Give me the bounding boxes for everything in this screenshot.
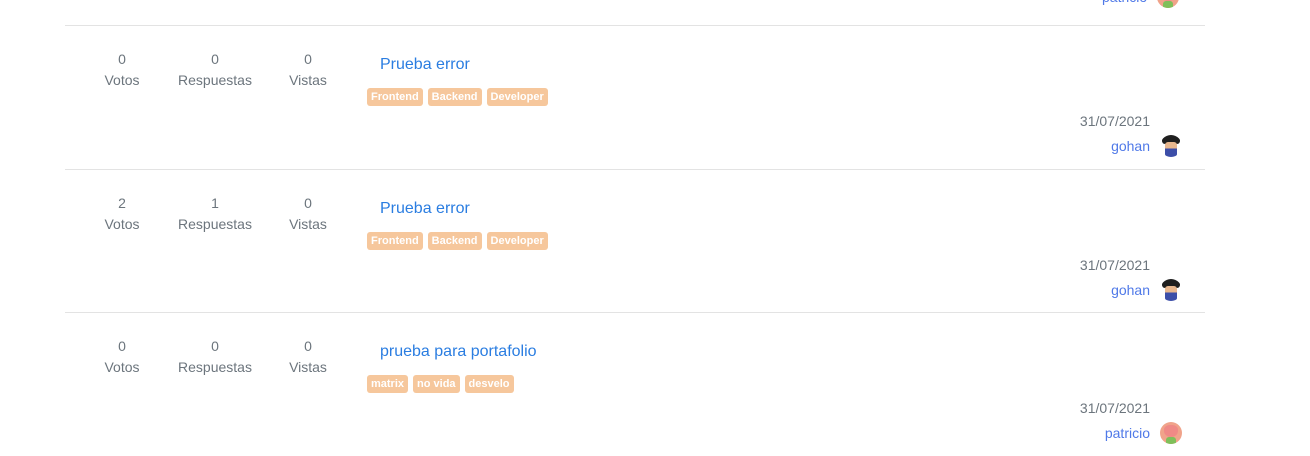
votes-label: Votos <box>104 359 140 375</box>
question-date: 31/07/2021 <box>1079 257 1150 273</box>
author-link[interactable]: patricio <box>1105 425 1150 441</box>
tag-badge[interactable]: Frontend <box>367 88 423 106</box>
author-link[interactable]: gohan <box>1111 282 1150 298</box>
views-label: Vistas <box>289 72 327 88</box>
author-link[interactable]: gohan <box>1111 138 1150 154</box>
author-line: gohan <box>1080 135 1182 157</box>
tag-badge[interactable]: Backend <box>427 88 482 106</box>
votes-label: Votos <box>104 72 140 88</box>
tag-badge[interactable]: Backend <box>427 232 482 250</box>
tag-badge[interactable]: desvelo <box>464 375 514 393</box>
answers-label: Respuestas <box>178 216 252 232</box>
author-link[interactable]: patricio <box>1102 0 1147 5</box>
tag-list: Frontend Backend Developer <box>367 232 553 250</box>
views-label: Vistas <box>289 216 327 232</box>
answers-label: Respuestas <box>178 359 252 375</box>
tag-list: Frontend Backend Developer <box>367 88 553 106</box>
answers-stat: 0 Respuestas <box>165 336 265 378</box>
views-stat: 0 Vistas <box>258 336 358 378</box>
patricio-avatar-icon[interactable] <box>1160 422 1182 444</box>
views-stat: 0 Vistas <box>258 193 358 235</box>
previous-question-author: patricio <box>1102 0 1180 8</box>
question-item: 2 Votos 1 Respuestas 0 Vistas Prueba err… <box>65 169 1205 312</box>
gohan-avatar-icon[interactable] <box>1160 279 1182 301</box>
gohan-avatar-icon[interactable] <box>1160 135 1182 157</box>
tag-badge[interactable]: Frontend <box>367 232 423 250</box>
answers-count: 0 <box>211 338 219 354</box>
question-item: 0 Votos 0 Respuestas 0 Vistas Prueba err… <box>65 25 1205 168</box>
votes-count: 2 <box>118 195 126 211</box>
tag-badge[interactable]: Developer <box>486 232 548 250</box>
tag-badge[interactable]: Developer <box>486 88 548 106</box>
answers-label: Respuestas <box>178 72 252 88</box>
views-count: 0 <box>304 195 312 211</box>
tag-list: matrix no vida desvelo <box>367 375 519 393</box>
views-label: Vistas <box>289 359 327 375</box>
question-date: 31/07/2021 <box>1079 400 1150 416</box>
author-line: patricio <box>1080 422 1182 444</box>
question-meta: 31/07/2021 gohan <box>1080 112 1182 157</box>
question-meta: 31/07/2021 patricio <box>1080 399 1182 444</box>
patricio-avatar-icon[interactable] <box>1157 0 1180 8</box>
views-count: 0 <box>304 51 312 67</box>
votes-stat: 2 Votos <box>72 193 172 235</box>
answers-count: 1 <box>211 195 219 211</box>
question-title-link[interactable]: prueba para portafolio <box>380 343 537 361</box>
answers-stat: 0 Respuestas <box>165 49 265 91</box>
question-title-link[interactable]: Prueba error <box>380 56 470 74</box>
votes-count: 0 <box>118 51 126 67</box>
views-count: 0 <box>304 338 312 354</box>
question-title-link[interactable]: Prueba error <box>380 200 470 218</box>
question-item: 0 Votos 0 Respuestas 0 Vistas prueba par… <box>65 312 1205 455</box>
votes-label: Votos <box>104 216 140 232</box>
author-line: gohan <box>1080 279 1182 301</box>
question-date: 31/07/2021 <box>1079 113 1150 129</box>
answers-count: 0 <box>211 51 219 67</box>
votes-count: 0 <box>118 338 126 354</box>
votes-stat: 0 Votos <box>72 49 172 91</box>
question-meta: 31/07/2021 gohan <box>1080 256 1182 301</box>
votes-stat: 0 Votos <box>72 336 172 378</box>
views-stat: 0 Vistas <box>258 49 358 91</box>
answers-stat: 1 Respuestas <box>165 193 265 235</box>
tag-badge[interactable]: matrix <box>367 375 409 393</box>
tag-badge[interactable]: no vida <box>413 375 460 393</box>
